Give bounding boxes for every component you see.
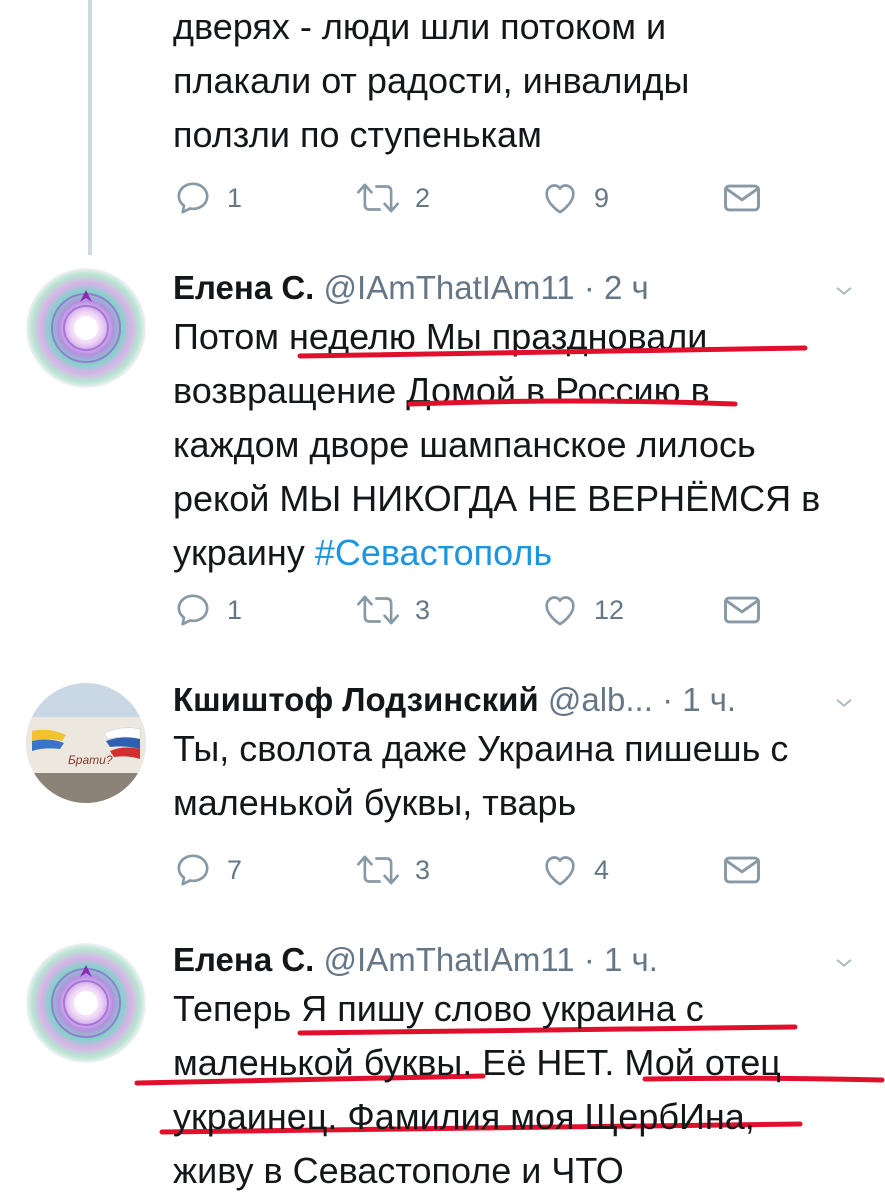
like-count: 9	[594, 182, 610, 213]
reply-button[interactable]: 7	[173, 850, 242, 890]
tweet-timestamp[interactable]: · 2 ч	[584, 269, 649, 306]
tweet-text-line: дверях - люди шли потоком и	[173, 6, 667, 47]
tweet-text-line: украину #Севастополь	[173, 526, 820, 580]
message-button[interactable]	[720, 176, 764, 220]
retweet-count: 3	[415, 854, 431, 885]
message-button[interactable]	[720, 848, 764, 892]
like-icon	[540, 850, 580, 890]
retweet-icon	[355, 590, 401, 630]
reply-button[interactable]: 1	[173, 178, 242, 218]
tweet-text-line: живу в Севастополе и ЧТО	[173, 1150, 624, 1191]
thread-connector-line	[88, 0, 92, 255]
message-icon	[720, 176, 764, 220]
message-icon	[720, 848, 764, 892]
reply-count: 1	[227, 182, 243, 213]
tweet-header: Елена С. @IAmThatIAm11 · 2 ч	[173, 268, 649, 308]
avatar[interactable]: Брати?	[26, 683, 146, 803]
tweet-4-text: Теперь Я пишу слово украина с маленькой …	[173, 982, 781, 1198]
chevron-down-icon[interactable]	[833, 692, 855, 714]
tweet-text-line: плакали от радости, инвалиды	[173, 60, 690, 101]
retweet-button[interactable]: 3	[355, 850, 430, 890]
avatar[interactable]	[26, 268, 146, 388]
chevron-down-icon[interactable]	[833, 952, 855, 974]
like-button[interactable]: 4	[540, 850, 609, 890]
like-count: 12	[594, 594, 625, 625]
reply-count: 7	[227, 854, 243, 885]
tweet-timestamp[interactable]: · 1 ч.	[662, 681, 736, 718]
tweet-text-line: Ты, сволота даже Украина пишешь с	[173, 728, 789, 769]
retweet-count: 2	[415, 182, 431, 213]
author-handle[interactable]: @IAmThatIAm11	[324, 941, 575, 978]
reply-button[interactable]: 1	[173, 590, 242, 630]
tweet-header: Кшиштоф Лодзинский @alb... · 1 ч.	[173, 680, 736, 720]
avatar-image	[26, 268, 146, 388]
tweet-text-line: возвращение Домой в Россию в	[173, 370, 710, 411]
author-name[interactable]: Елена С.	[173, 941, 314, 978]
retweet-button[interactable]: 2	[355, 178, 430, 218]
author-name[interactable]: Елена С.	[173, 269, 314, 306]
avatar-image	[26, 943, 146, 1063]
tweet-text-line: рекой МЫ НИКОГДА НЕ ВЕРНЁМСЯ в	[173, 478, 821, 519]
reply-icon	[173, 850, 213, 890]
tweet-text-line: каждом дворе шампанское лилось	[173, 424, 756, 465]
author-handle[interactable]: @alb...	[548, 681, 653, 718]
avatar[interactable]	[26, 943, 146, 1063]
like-count: 4	[594, 854, 610, 885]
like-icon	[540, 178, 580, 218]
avatar-caption: Брати?	[68, 753, 113, 767]
tweet-timestamp[interactable]: · 1 ч.	[584, 941, 658, 978]
retweet-count: 3	[415, 594, 431, 625]
tweet-text-line: Теперь Я пишу слово украина с	[173, 988, 704, 1029]
tweet-text-segment: украину	[173, 532, 315, 573]
reply-count: 1	[227, 594, 243, 625]
like-button[interactable]: 9	[540, 178, 609, 218]
author-handle[interactable]: @IAmThatIAm11	[324, 269, 575, 306]
tweet-text-line: маленькой буквы. Её НЕТ. Мой отец	[173, 1042, 781, 1083]
hashtag-link[interactable]: #Севастополь	[315, 532, 552, 573]
author-name[interactable]: Кшиштоф Лодзинский	[173, 681, 539, 718]
retweet-button[interactable]: 3	[355, 590, 430, 630]
reply-icon	[173, 590, 213, 630]
tweet-text-line: маленькой буквы, тварь	[173, 782, 577, 823]
avatar-image	[26, 683, 146, 803]
message-button[interactable]	[720, 588, 764, 632]
message-icon	[720, 588, 764, 632]
tweet-3-text: Ты, сволота даже Украина пишешь с малень…	[173, 722, 788, 830]
retweet-icon	[355, 178, 401, 218]
retweet-icon	[355, 850, 401, 890]
tweet-2-text: Потом неделю Мы праздновали возвращение …	[173, 310, 820, 580]
tweet-text-line: ползли по ступенькам	[173, 114, 542, 155]
like-icon	[540, 590, 580, 630]
tweet-text-line: украинец. Фамилия моя ЩербИна,	[173, 1096, 755, 1137]
chevron-down-icon[interactable]	[833, 280, 855, 302]
tweet-1-text: дверях - люди шли потоком и плакали от р…	[173, 0, 689, 162]
tweet-text-line: Потом неделю Мы праздновали	[173, 316, 708, 357]
like-button[interactable]: 12	[540, 590, 624, 630]
reply-icon	[173, 178, 213, 218]
tweet-header: Елена С. @IAmThatIAm11 · 1 ч.	[173, 940, 658, 980]
